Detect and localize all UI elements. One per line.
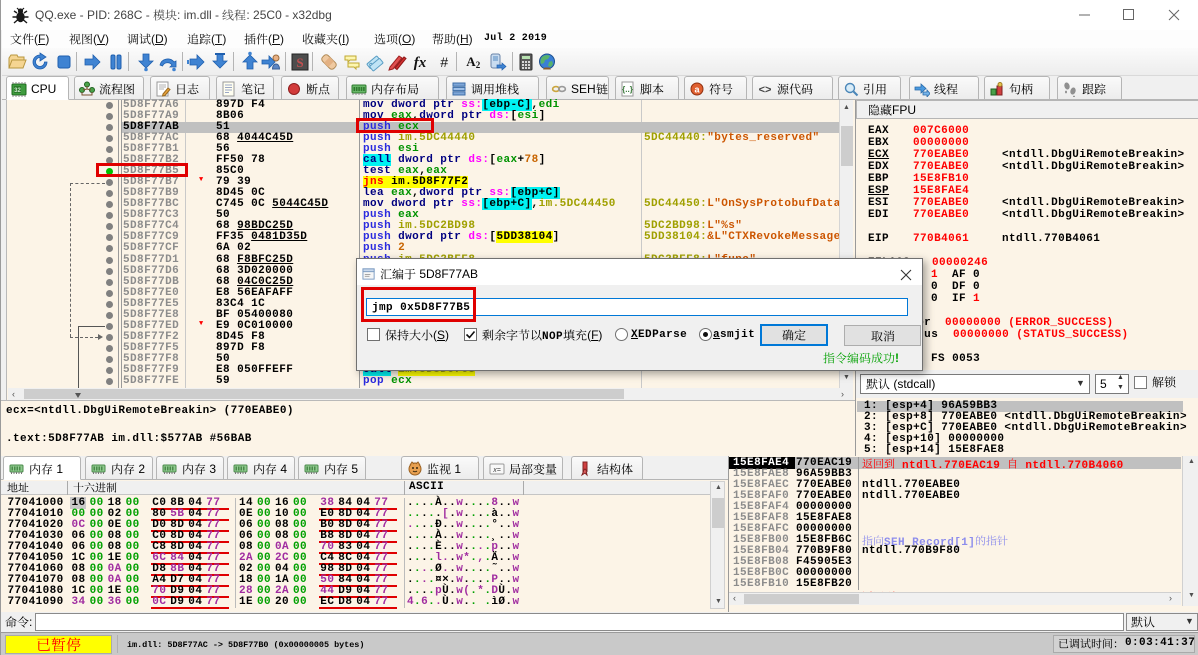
svg-text:S: S <box>296 55 303 70</box>
svg-text:{..}: {..} <box>622 85 633 94</box>
svg-text:#: # <box>440 54 448 70</box>
svg-text:32: 32 <box>14 88 21 94</box>
svg-text:<>: <> <box>759 84 772 96</box>
svg-text:2: 2 <box>476 60 481 70</box>
svg-text:fx: fx <box>414 55 427 71</box>
svg-text:x=: x= <box>492 467 501 474</box>
